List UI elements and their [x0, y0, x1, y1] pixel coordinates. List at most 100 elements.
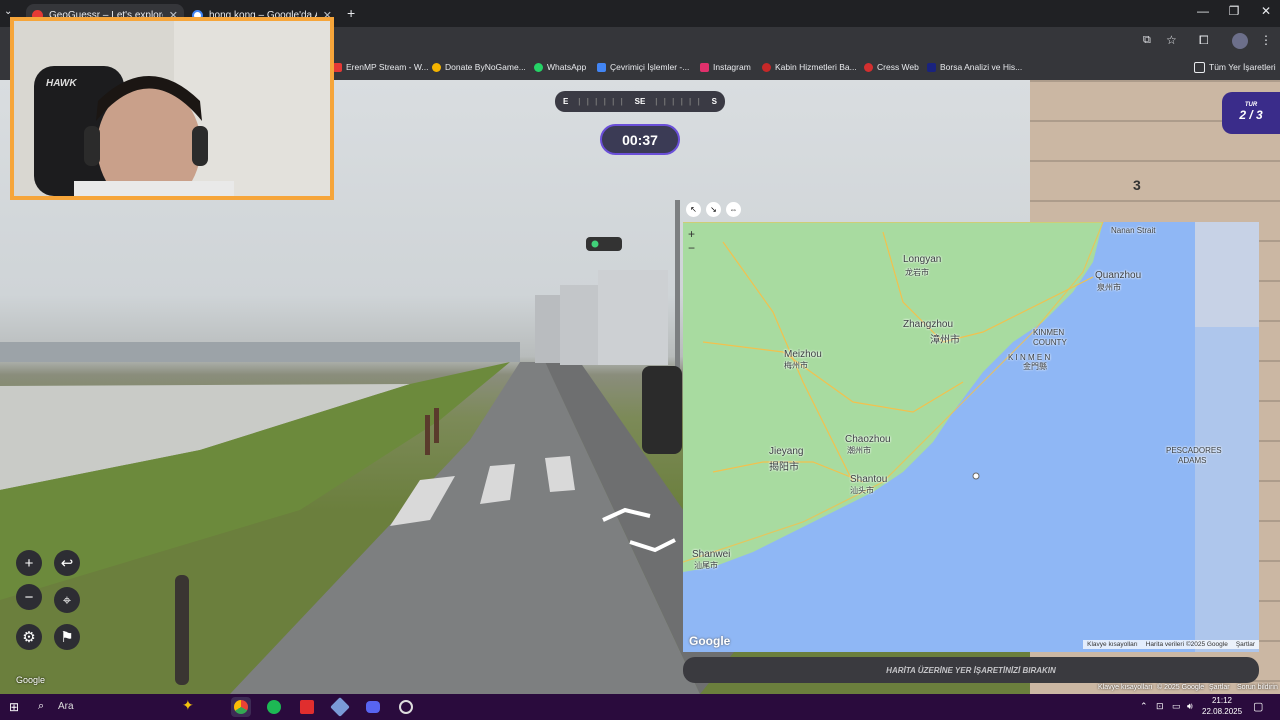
map-shortcuts-link[interactable]: Klavye kısayolları	[1087, 641, 1138, 648]
map-place-label: 汕头市	[850, 486, 874, 495]
guess-map[interactable]: Longyan 龙岩市 Quanzhou 泉州市 Zhangzhou 漳州市 KINMEN C…	[683, 222, 1259, 652]
bookmark-icon	[597, 62, 606, 72]
map-place-label: 泉州市	[1097, 283, 1121, 292]
network-icon[interactable]: ▭	[1172, 701, 1181, 712]
folder-icon	[1194, 61, 1205, 73]
all-bookmarks-button[interactable]: Tüm Yer İşaretleri	[1194, 56, 1276, 78]
chrome-taskbar-icon[interactable]	[231, 697, 251, 717]
bookmark-label: Donate ByNoGame...	[445, 62, 526, 72]
undo-move-icon[interactable]: ↩	[54, 550, 80, 576]
bookmark-label: Cress Web	[877, 62, 919, 72]
map-zoom-out-button[interactable]: −	[688, 241, 702, 255]
webcam-overlay: HAWK	[10, 17, 334, 200]
round-value: 2 / 3	[1239, 108, 1263, 122]
settings-gear-icon[interactable]: ⚙	[16, 624, 42, 650]
map-place-label: 龙岩市	[905, 268, 929, 277]
bookmark-item[interactable]: WhatsApp	[534, 56, 586, 78]
copilot-sparkle-icon[interactable]: ✦	[182, 697, 194, 714]
whatsapp-icon	[534, 62, 543, 72]
map-place-label: Chaozhou	[845, 434, 891, 445]
bookmark-item[interactable]: Kabin Hizmetleri Ba...	[762, 56, 857, 78]
taskbar-search-text[interactable]: Ara	[58, 701, 74, 712]
volume-icon[interactable]: 🔊︎	[1187, 701, 1193, 712]
bookmark-icon	[864, 62, 873, 72]
bookmark-icon	[762, 62, 771, 72]
chair-logo-text: HAWK	[46, 78, 77, 89]
map-terms-link[interactable]: Şartlar	[1236, 641, 1255, 648]
zoom-out-button[interactable]: −	[16, 584, 42, 610]
map-place-label: ADAMS	[1178, 456, 1207, 465]
map-place-label: PESCADORES	[1166, 446, 1222, 455]
windows-taskbar: ⊞ ⌕ Ara ✦ ⌃ ⊡ ▭ 🔊︎ 21:12 22.08.2025 ▢	[0, 694, 1280, 720]
bookmark-label: Borsa Analizi ve His...	[940, 62, 1023, 72]
extensions-icon[interactable]: ⧠	[1199, 33, 1209, 48]
bookmark-item[interactable]: Borsa Analizi ve His...	[927, 56, 1022, 78]
bookmark-icon	[432, 62, 441, 72]
bookmark-item[interactable]: Donate ByNoGame...	[432, 56, 526, 78]
map-place-label: KINMEN	[1033, 328, 1065, 337]
map-place-label: 梅州市	[784, 361, 808, 370]
close-window-icon[interactable]: ✕	[1256, 4, 1276, 18]
windows-start-icon[interactable]: ⊞	[9, 700, 19, 714]
pin-map-icon[interactable]: ⇔	[726, 202, 741, 217]
shrink-map-icon[interactable]: ↘	[706, 202, 721, 217]
cast-icon[interactable]: ⧉	[1143, 34, 1151, 47]
map-place-label: Meizhou	[784, 349, 822, 360]
tray-app-icon[interactable]: ⊡	[1156, 701, 1164, 712]
bookmark-item[interactable]: Instagram	[700, 56, 751, 78]
bookmark-item[interactable]: ErenMP Stream - W...	[333, 56, 429, 78]
minimize-icon[interactable]: —	[1193, 4, 1213, 18]
map-google-logo: Google	[689, 634, 731, 648]
compass-east: E	[563, 97, 569, 106]
amd-taskbar-icon[interactable]	[297, 697, 317, 717]
notifications-icon[interactable]: ▢	[1253, 700, 1263, 713]
flag-icon[interactable]: ⚑	[54, 624, 80, 650]
restore-icon[interactable]: ❐	[1224, 4, 1244, 18]
place-marker-button[interactable]: HARİTA ÜZERİNE YER İŞARETİNİZİ BIRAKIN	[683, 657, 1259, 683]
bookmark-label: Instagram	[713, 62, 751, 72]
bookmark-item[interactable]: Çevrimiçi İşlemler -...	[597, 56, 689, 78]
map-place-label: Jieyang	[769, 446, 804, 457]
sv-shortcuts-link[interactable]: Klavye kısayolları	[1098, 684, 1152, 691]
app-taskbar-icon[interactable]	[330, 697, 350, 717]
tab-search-icon[interactable]: ⌄	[4, 6, 12, 17]
map-place-label: 金門縣	[1023, 362, 1047, 371]
compass-south: S	[711, 97, 717, 106]
tray-chevron-icon[interactable]: ⌃	[1140, 701, 1148, 712]
discord-taskbar-icon[interactable]	[363, 697, 383, 717]
streamer-webcam-image	[14, 21, 330, 196]
map-place-label: Shantou	[850, 474, 888, 485]
map-place-label: 潮州市	[847, 446, 871, 455]
round-timer: 00:37	[600, 124, 680, 155]
spotify-taskbar-icon[interactable]	[264, 697, 284, 717]
map-place-label: Nanan Strait	[1111, 226, 1156, 235]
bookmark-label: WhatsApp	[547, 62, 587, 72]
new-tab-button[interactable]: +	[347, 5, 355, 21]
bookmark-item[interactable]: Cress Web	[864, 56, 919, 78]
obs-taskbar-icon[interactable]	[396, 697, 416, 717]
sv-report-link[interactable]: Sorun bildirin	[1237, 684, 1278, 691]
expand-map-icon[interactable]: ↖	[686, 202, 701, 217]
taskbar-search-icon[interactable]: ⌕	[38, 700, 44, 713]
zoom-in-button[interactable]: +	[16, 550, 42, 576]
menu-kebab-icon[interactable]: ⋮	[1260, 33, 1272, 47]
bookmark-label: Kabin Hizmetleri Ba...	[775, 62, 857, 72]
map-data-credit: Harita verileri ©2025 Google	[1145, 641, 1228, 648]
compass-ticks: | | | | | |	[578, 97, 625, 106]
compass: E | | | | | | SE | | | | | | S	[555, 91, 725, 112]
bookmark-star-icon[interactable]: ☆	[1166, 33, 1177, 47]
taskbar-time[interactable]: 21:12	[1204, 696, 1240, 705]
profile-avatar[interactable]	[1232, 33, 1248, 49]
sv-terms-link[interactable]: Şartlar	[1209, 684, 1230, 691]
taskbar-date[interactable]: 22.08.2025	[1202, 707, 1242, 716]
bookmark-label: Çevrimiçi İşlemler -...	[610, 62, 690, 72]
map-zoom-controls: + −	[688, 227, 702, 255]
compass-heading: SE	[634, 97, 646, 106]
map-place-label: 漳州市	[930, 335, 960, 346]
streetview-google-logo: Google	[16, 675, 46, 685]
map-zoom-in-button[interactable]: +	[688, 227, 702, 241]
map-place-label: 汕尾市	[694, 561, 718, 570]
map-place-label: COUNTY	[1033, 338, 1067, 347]
map-place-label: Shanwei	[692, 549, 731, 560]
return-to-start-icon[interactable]: ⌖	[54, 587, 80, 613]
